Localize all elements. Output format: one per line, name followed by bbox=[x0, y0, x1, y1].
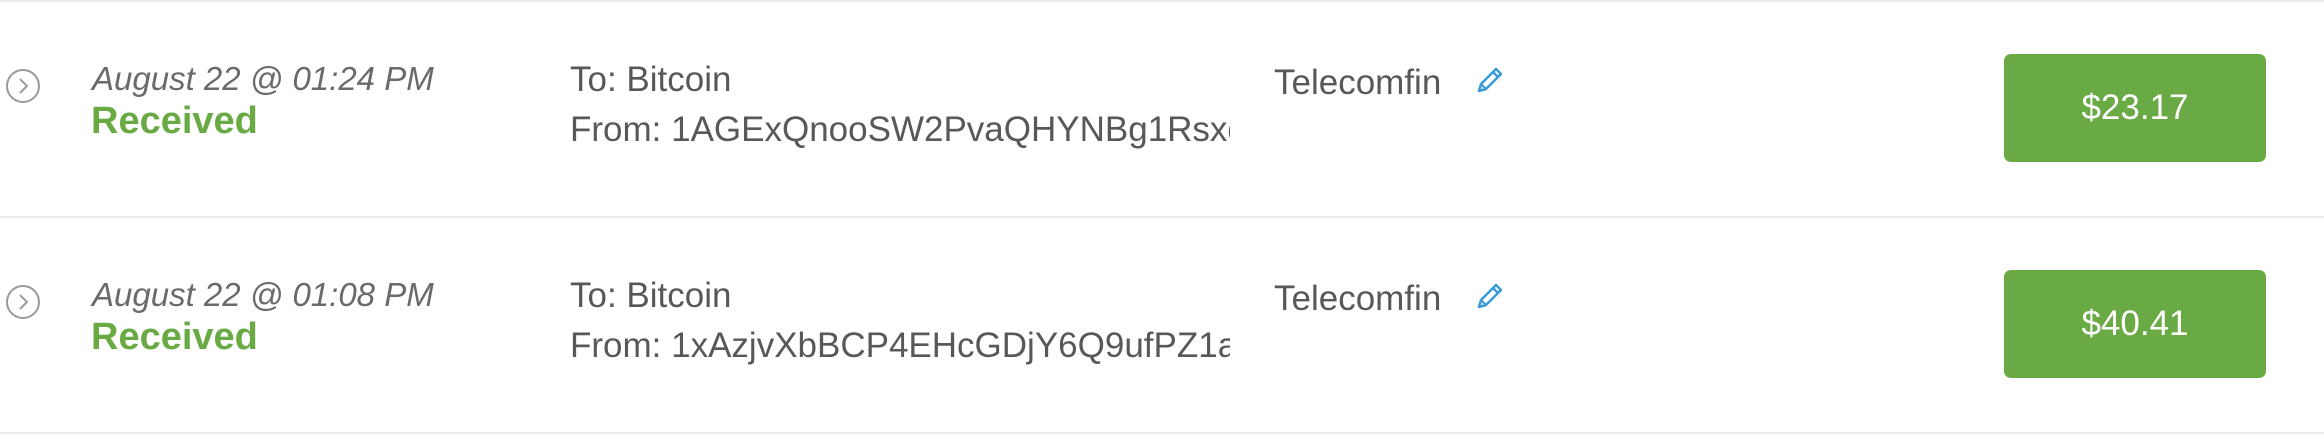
transaction-to: To: Bitcoin bbox=[570, 60, 732, 99]
transaction-date: August 22 @ 01:08 PM bbox=[92, 276, 434, 313]
amount-button[interactable]: $40.41 bbox=[2004, 270, 2266, 378]
transaction-row: August 22 @ 01:24 PM Received To: Bitcoi… bbox=[0, 2, 2324, 218]
transaction-from: From: 1AGExQnooSW2PvaQHYNBg1Rsxg bbox=[570, 110, 1230, 149]
amount-button[interactable]: $23.17 bbox=[2004, 54, 2266, 162]
transaction-date: August 22 @ 01:24 PM bbox=[92, 60, 434, 97]
transaction-category: Telecomfin bbox=[1274, 63, 1442, 102]
transaction-category: Telecomfin bbox=[1274, 279, 1442, 318]
edit-pencil-icon[interactable] bbox=[1472, 278, 1508, 314]
transaction-list: August 22 @ 01:24 PM Received To: Bitcoi… bbox=[0, 0, 2324, 442]
expand-chevron-icon[interactable] bbox=[6, 69, 40, 103]
transaction-status: Received bbox=[91, 100, 258, 142]
transaction-status: Received bbox=[91, 316, 258, 358]
transaction-from: From: 1xAzjvXbBCP4EHcGDjY6Q9ufPZ1aX bbox=[570, 326, 1230, 365]
transaction-to: To: Bitcoin bbox=[570, 276, 732, 315]
edit-pencil-icon[interactable] bbox=[1472, 62, 1508, 98]
transaction-row: August 22 @ 01:08 PM Received To: Bitcoi… bbox=[0, 218, 2324, 434]
expand-chevron-icon[interactable] bbox=[6, 285, 40, 319]
